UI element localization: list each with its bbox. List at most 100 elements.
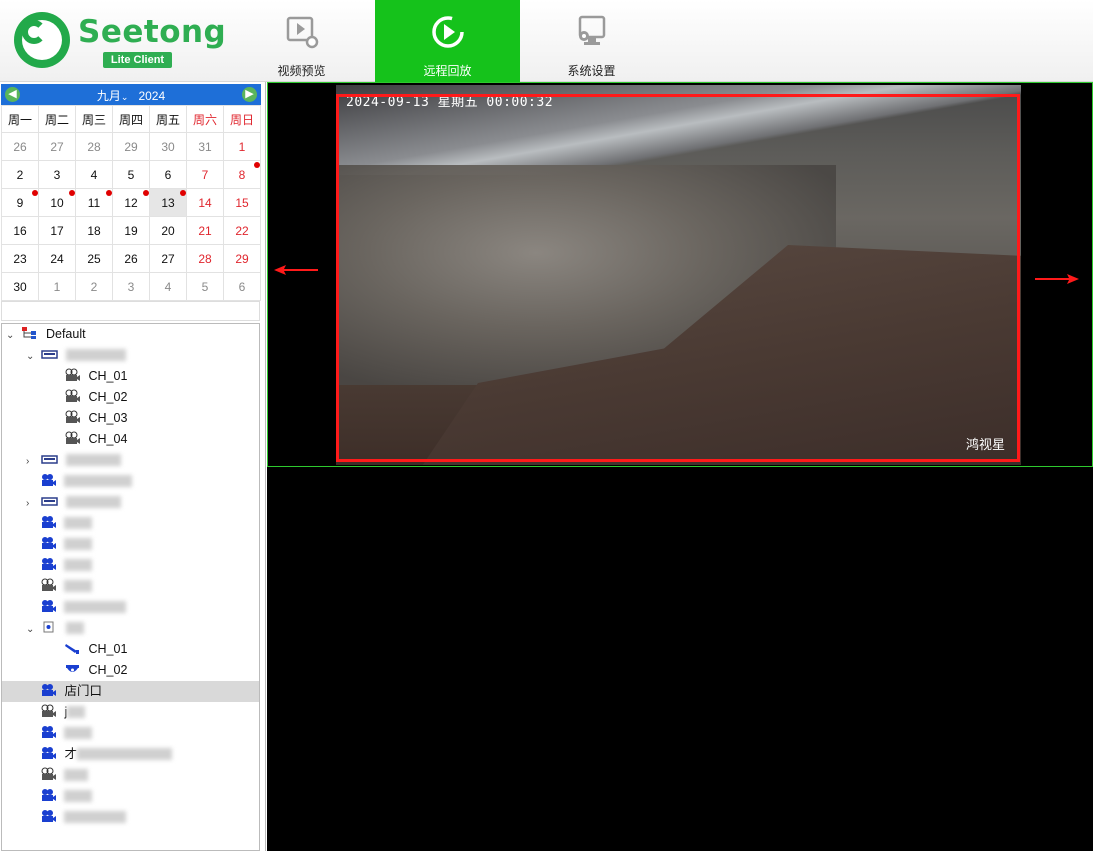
calendar-day[interactable]: 3 bbox=[112, 272, 150, 301]
tree-root-icon bbox=[22, 327, 37, 339]
collapse-icon[interactable]: ⌄ bbox=[6, 325, 18, 346]
calendar-day[interactable]: 25 bbox=[75, 244, 113, 273]
tree-channel[interactable]: CH_04 bbox=[64, 429, 127, 450]
calendar-day[interactable]: 8 bbox=[223, 160, 261, 189]
device-tree: ⌄ Default ⌄ CH_01 CH_02 CH_03 CH_04 › › … bbox=[1, 323, 260, 851]
calendar-day[interactable]: 3 bbox=[38, 160, 76, 189]
nvr-icon bbox=[41, 455, 59, 464]
calendar-title[interactable]: 九月⌄ 2024 bbox=[1, 87, 261, 104]
calendar-day[interactable]: 21 bbox=[186, 216, 224, 245]
tree-channel[interactable]: CH_02 bbox=[64, 387, 127, 408]
calendar-day[interactable]: 5 bbox=[186, 272, 224, 301]
tree-camera[interactable]: 才 bbox=[40, 744, 172, 765]
tree-camera[interactable] bbox=[40, 597, 127, 618]
calendar-day[interactable]: 30 bbox=[149, 132, 187, 161]
calendar-day[interactable]: 13 bbox=[149, 188, 187, 217]
tree-camera[interactable] bbox=[40, 723, 93, 744]
camera-blue-icon bbox=[42, 516, 56, 528]
tree-camera[interactable] bbox=[40, 471, 133, 492]
tree-camera[interactable]: j bbox=[40, 702, 86, 723]
calendar-day[interactable]: 16 bbox=[1, 216, 39, 245]
calendar-day[interactable]: 20 bbox=[149, 216, 187, 245]
next-month-icon[interactable]: ▶ bbox=[242, 87, 257, 102]
calendar-header: ◀ 九月⌄ 2024 ▶ bbox=[1, 84, 261, 105]
calendar-day[interactable]: 26 bbox=[112, 244, 150, 273]
tree-camera[interactable] bbox=[40, 807, 127, 828]
channel-label: CH_04 bbox=[88, 432, 128, 446]
red-arrow-left-icon bbox=[274, 265, 318, 275]
calendar-day[interactable]: 28 bbox=[186, 244, 224, 273]
tree-camera[interactable] bbox=[40, 555, 93, 576]
calendar-day[interactable]: 5 bbox=[112, 160, 150, 189]
calendar-day[interactable]: 30 bbox=[1, 272, 39, 301]
tree-camera[interactable] bbox=[40, 576, 93, 597]
tree-device-nvr-3[interactable]: › bbox=[26, 492, 121, 513]
calendar-day[interactable]: 4 bbox=[149, 272, 187, 301]
calendar-day[interactable]: 29 bbox=[112, 132, 150, 161]
calendar-day[interactable]: 10 bbox=[38, 188, 76, 217]
tree-channel[interactable]: CH_02 bbox=[64, 660, 127, 681]
calendar-day[interactable]: 2 bbox=[1, 160, 39, 189]
camera-blue-icon bbox=[42, 600, 56, 612]
expand-icon[interactable]: › bbox=[26, 493, 38, 514]
tree-device-nvr-1[interactable]: ⌄ bbox=[26, 345, 126, 366]
calendar-day[interactable]: 27 bbox=[38, 132, 76, 161]
tree-camera-selected[interactable]: 店门口 bbox=[2, 681, 259, 702]
calendar-day[interactable]: 24 bbox=[38, 244, 76, 273]
calendar-day[interactable]: 15 bbox=[223, 188, 261, 217]
calendar-day[interactable]: 1 bbox=[223, 132, 261, 161]
calendar-day[interactable]: 6 bbox=[149, 160, 187, 189]
calendar-day[interactable]: 19 bbox=[112, 216, 150, 245]
tree-channel[interactable]: CH_01 bbox=[64, 366, 127, 387]
calendar-day[interactable]: 14 bbox=[186, 188, 224, 217]
camera-blue-icon bbox=[42, 558, 56, 570]
calendar-month[interactable]: 九月 bbox=[97, 89, 121, 103]
calendar-day[interactable]: 4 bbox=[75, 160, 113, 189]
bullet-camera-icon bbox=[65, 644, 79, 654]
calendar-day[interactable]: 31 bbox=[186, 132, 224, 161]
tree-channel[interactable]: CH_03 bbox=[64, 408, 127, 429]
tree-camera[interactable] bbox=[40, 534, 93, 555]
calendar-week-row: 26 27 28 29 30 31 1 bbox=[1, 132, 261, 161]
calendar-day[interactable]: 12 bbox=[112, 188, 150, 217]
tree-camera[interactable] bbox=[40, 513, 93, 534]
tree-camera[interactable] bbox=[40, 765, 89, 786]
calendar-day[interactable]: 18 bbox=[75, 216, 113, 245]
camera-blue-icon bbox=[42, 537, 56, 549]
camera-grey-icon bbox=[65, 431, 80, 444]
calendar-day[interactable]: 2 bbox=[75, 272, 113, 301]
redacted-name bbox=[65, 622, 84, 634]
tree-channel[interactable]: CH_01 bbox=[64, 639, 127, 660]
expand-icon[interactable]: › bbox=[26, 451, 38, 472]
tree-root[interactable]: ⌄ Default bbox=[6, 324, 86, 345]
calendar-day[interactable]: 27 bbox=[149, 244, 187, 273]
collapse-icon[interactable]: ⌄ bbox=[26, 619, 38, 640]
calendar-day[interactable]: 11 bbox=[75, 188, 113, 217]
tab-video-preview[interactable]: 视频预览 bbox=[229, 0, 374, 82]
tab-system-settings[interactable]: 系统设置 bbox=[519, 0, 664, 82]
top-toolbar: Seetong Lite Client 视频预览 远程回放 系统设置 bbox=[0, 0, 1093, 82]
calendar-day[interactable]: 26 bbox=[1, 132, 39, 161]
calendar-week-row: 2345678 bbox=[1, 160, 261, 189]
tree-device-nvr-2[interactable]: › bbox=[26, 450, 121, 471]
calendar-day[interactable]: 28 bbox=[75, 132, 113, 161]
calendar-day[interactable]: 1 bbox=[38, 272, 76, 301]
tab-remote-playback[interactable]: 远程回放 bbox=[375, 0, 520, 82]
calendar-day[interactable]: 22 bbox=[223, 216, 261, 245]
calendar-day[interactable]: 7 bbox=[186, 160, 224, 189]
calendar-day[interactable]: 6 bbox=[223, 272, 261, 301]
tab-remote-playback-label: 远程回放 bbox=[423, 64, 472, 78]
logo-badge: Lite Client bbox=[103, 52, 172, 68]
tree-device-group-5[interactable]: ⌄ bbox=[26, 618, 84, 639]
calendar-day[interactable]: 17 bbox=[38, 216, 76, 245]
collapse-icon[interactable]: ⌄ bbox=[26, 346, 38, 367]
redacted-name bbox=[64, 538, 93, 550]
calendar-year[interactable]: 2024 bbox=[138, 89, 165, 103]
calendar-day[interactable]: 29 bbox=[223, 244, 261, 273]
calendar-day[interactable]: 9 bbox=[1, 188, 39, 217]
calendar-weekday-row: 周一 周二 周三 周四 周五 周六 周日 bbox=[1, 105, 261, 133]
camera-blue-icon bbox=[42, 474, 56, 486]
tree-camera[interactable] bbox=[40, 786, 93, 807]
video-window-selected[interactable]: 2024-09-13 星期五 00:00:32 鸿视星 bbox=[267, 82, 1093, 467]
calendar-day[interactable]: 23 bbox=[1, 244, 39, 273]
